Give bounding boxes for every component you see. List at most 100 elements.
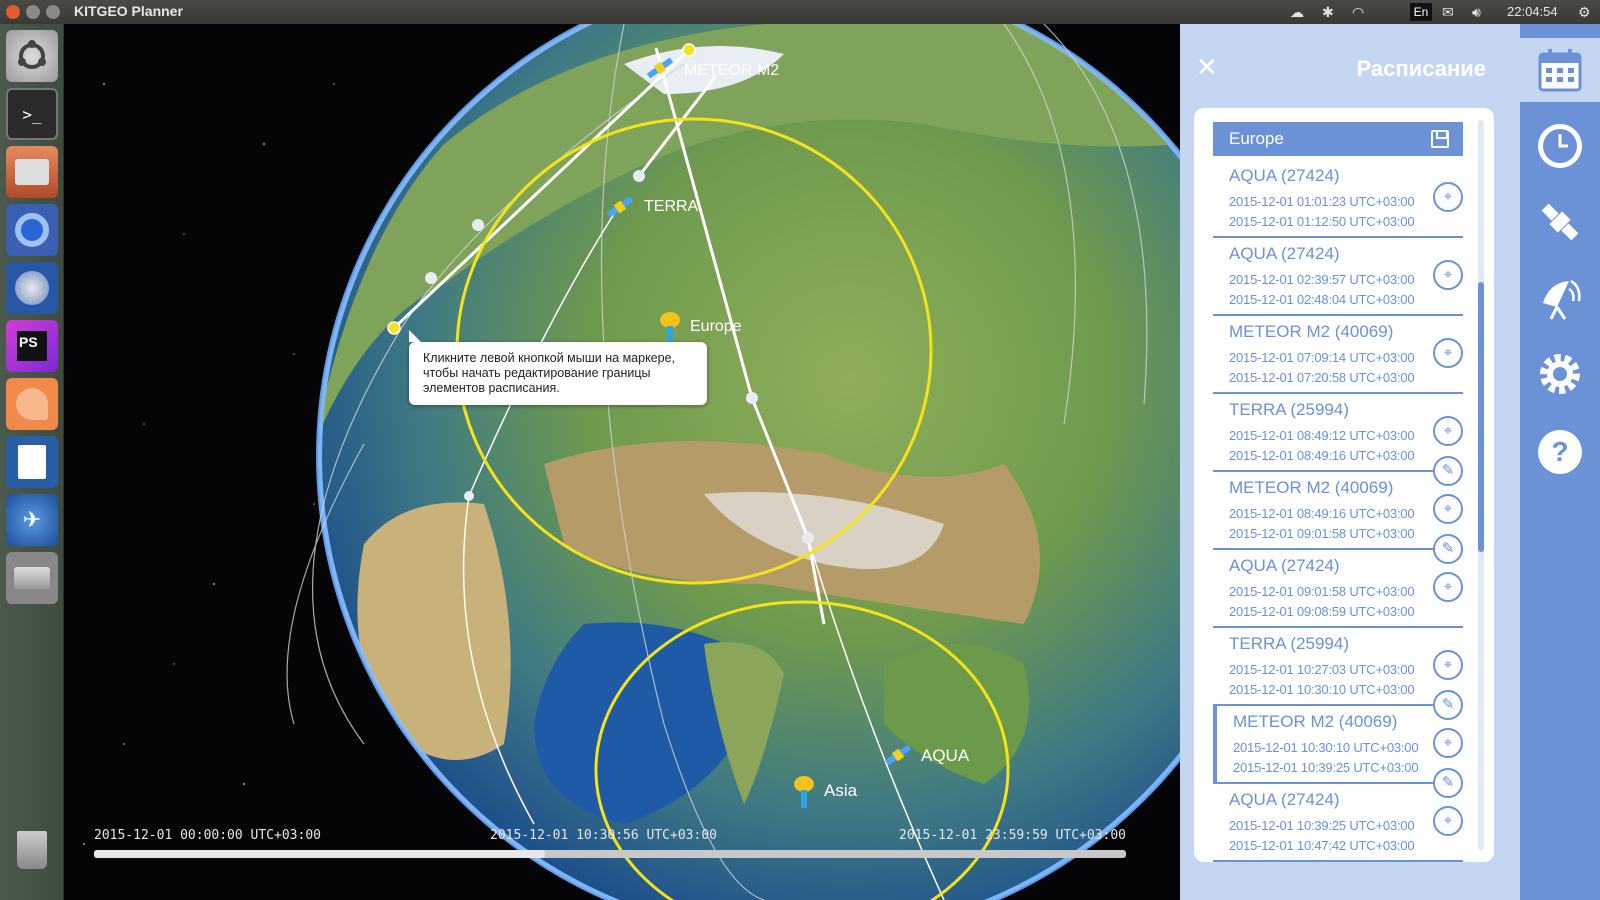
tool-sidebar: ? bbox=[1520, 24, 1600, 900]
wifi-icon[interactable]: ◠ bbox=[1352, 3, 1364, 21]
satellite-icon[interactable] bbox=[1528, 190, 1592, 254]
edit-marker-yellow bbox=[682, 43, 696, 57]
top-panel: KITGEO Planner ☁ ✱ ◠ En ✉ 🔊︎ 22:04:54 ⚙ bbox=[0, 0, 1600, 24]
schedule-item-end: 2015-12-01 01:12:50 UTC+03:00 bbox=[1229, 214, 1415, 229]
file-manager-icon[interactable] bbox=[6, 146, 58, 198]
globe-view[interactable]: METEOR M2 TERRA AQUA Europe Asia Кликнит… bbox=[64, 24, 1180, 900]
schedule-item-start: 2015-12-01 08:49:16 UTC+03:00 bbox=[1229, 506, 1415, 521]
track-satellite-icon[interactable]: ⌖ bbox=[1433, 260, 1463, 290]
schedule-item-end: 2015-12-01 10:30:10 UTC+03:00 bbox=[1229, 682, 1415, 697]
track-satellite-icon[interactable]: ⌖ bbox=[1433, 650, 1463, 680]
schedule-item-name: AQUA (27424) bbox=[1229, 244, 1340, 263]
track-satellite-icon[interactable]: ⌖ bbox=[1433, 182, 1463, 212]
clock-icon[interactable] bbox=[1528, 114, 1592, 178]
globe-canvas[interactable]: METEOR M2 TERRA AQUA Europe Asia bbox=[64, 24, 1180, 900]
timeline-progress bbox=[94, 850, 545, 858]
schedule-item-name: METEOR M2 (40069) bbox=[1229, 478, 1394, 497]
antenna-icon[interactable] bbox=[1528, 266, 1592, 330]
kitgeo-icon[interactable]: ✈ bbox=[6, 494, 58, 546]
settings-icon[interactable] bbox=[1528, 342, 1592, 406]
schedule-item-start: 2015-12-01 02:39:57 UTC+03:00 bbox=[1229, 272, 1415, 287]
schedule-item-end: 2015-12-01 02:48:04 UTC+03:00 bbox=[1229, 292, 1415, 307]
save-icon[interactable] bbox=[1431, 130, 1449, 148]
schedule-item[interactable]: AQUA (27424) 2015-12-01 02:39:57 UTC+03:0… bbox=[1213, 238, 1463, 316]
ubuntu-dash-icon[interactable] bbox=[6, 30, 58, 82]
schedule-item-start: 2015-12-01 10:27:03 UTC+03:00 bbox=[1229, 662, 1415, 677]
track-satellite-icon[interactable]: ⌖ bbox=[1433, 494, 1463, 524]
schedule-item[interactable]: TERRA (25994) 2015-12-01 10:27:03 UTC+03:… bbox=[1213, 628, 1463, 720]
help-icon[interactable]: ? bbox=[1528, 420, 1592, 484]
schedule-item[interactable]: METEOR M2 (40069) 2015-12-01 10:30:10 UTC… bbox=[1213, 706, 1463, 798]
schedule-item-end: 2015-12-01 10:47:42 UTC+03:00 bbox=[1229, 838, 1415, 853]
schedule-item-start: 2015-12-01 10:30:10 UTC+03:00 bbox=[1233, 740, 1419, 755]
cloud-icon[interactable]: ☁ bbox=[1290, 3, 1304, 21]
schedule-item-name: METEOR M2 (40069) bbox=[1229, 322, 1394, 341]
power-gear-icon[interactable]: ⚙ bbox=[1578, 3, 1591, 21]
timeline-end-label: 2015-12-01 23:59:59 UTC+03:00 bbox=[899, 828, 1126, 843]
group-selector[interactable]: Europe bbox=[1213, 122, 1463, 156]
schedule-list: AQUA (27424) 2015-12-01 01:01:23 UTC+03:0… bbox=[1213, 160, 1463, 862]
phpstorm-icon[interactable]: PS bbox=[6, 320, 58, 372]
schedule-item[interactable]: AQUA (27424) 2015-12-01 09:01:58 UTC+03:0… bbox=[1213, 550, 1463, 628]
keyboard-layout-indicator[interactable]: En bbox=[1410, 3, 1432, 21]
app-title: KITGEO Planner bbox=[74, 3, 183, 19]
track-satellite-icon[interactable]: ⌖ bbox=[1433, 728, 1463, 758]
schedule-item-start: 2015-12-01 07:09:14 UTC+03:00 bbox=[1229, 350, 1415, 365]
bluetooth-icon[interactable]: ✱ bbox=[1322, 3, 1334, 21]
schedule-header: ✕ Расписание bbox=[1180, 24, 1520, 102]
chromium-icon[interactable] bbox=[6, 204, 58, 256]
schedule-item-end: 2015-12-01 07:20:58 UTC+03:00 bbox=[1229, 370, 1415, 385]
schedule-item-name: TERRA (25994) bbox=[1229, 634, 1349, 653]
schedule-item-start: 2015-12-01 10:39:25 UTC+03:00 bbox=[1229, 818, 1415, 833]
schedule-item[interactable]: METEOR M2 (40069) 2015-12-01 07:09:14 UTC… bbox=[1213, 316, 1463, 394]
trash-icon[interactable] bbox=[6, 824, 58, 876]
terminal-icon[interactable]: >_ bbox=[6, 88, 58, 140]
schedule-item-end: 2015-12-01 10:39:25 UTC+03:00 bbox=[1233, 760, 1419, 775]
satellite-label-aqua: AQUA bbox=[921, 746, 970, 765]
mail-icon[interactable]: ✉ bbox=[1442, 3, 1454, 21]
drive-icon[interactable] bbox=[6, 552, 58, 604]
scrollbar[interactable] bbox=[1478, 120, 1484, 850]
thunderbird-icon[interactable] bbox=[6, 262, 58, 314]
window-maximize-button[interactable] bbox=[46, 5, 60, 19]
schedule-item-end: 2015-12-01 09:01:58 UTC+03:00 bbox=[1229, 526, 1415, 541]
schedule-item[interactable]: AQUA (27424) 2015-12-01 01:01:23 UTC+03:0… bbox=[1213, 160, 1463, 238]
schedule-item[interactable]: AQUA (27424) 2015-12-01 10:39:25 UTC+03:0… bbox=[1213, 784, 1463, 862]
schedule-item-start: 2015-12-01 09:01:58 UTC+03:00 bbox=[1229, 584, 1415, 599]
satellite-label-meteor: METEOR M2 bbox=[684, 62, 779, 79]
system-clock[interactable]: 22:04:54 bbox=[1507, 4, 1558, 19]
writer-icon[interactable] bbox=[6, 436, 58, 488]
schedule-panel: ✕ Расписание Europe AQUA (27424) 2015-12-… bbox=[1180, 24, 1520, 900]
timeline[interactable]: 2015-12-01 00:00:00 UTC+03:00 2015-12-01… bbox=[94, 828, 1126, 868]
schedule-item[interactable]: TERRA (25994) 2015-12-01 08:49:12 UTC+03:… bbox=[1213, 394, 1463, 486]
schedule-card: Europe AQUA (27424) 2015-12-01 01:01:23 U… bbox=[1194, 108, 1494, 862]
window-minimize-button[interactable] bbox=[26, 5, 40, 19]
track-satellite-icon[interactable]: ⌖ bbox=[1433, 806, 1463, 836]
station-label-europe: Europe bbox=[690, 318, 742, 335]
close-icon[interactable]: ✕ bbox=[1196, 52, 1218, 83]
track-satellite-icon[interactable]: ⌖ bbox=[1433, 572, 1463, 602]
schedule-item-start: 2015-12-01 01:01:23 UTC+03:00 bbox=[1229, 194, 1415, 209]
station-label-asia: Asia bbox=[824, 781, 858, 800]
schedule-item-name: METEOR M2 (40069) bbox=[1233, 712, 1398, 731]
schedule-item-name: AQUA (27424) bbox=[1229, 166, 1340, 185]
schedule-item-end: 2015-12-01 08:49:16 UTC+03:00 bbox=[1229, 448, 1415, 463]
svg-text:?: ? bbox=[1551, 436, 1568, 467]
satellite-label-terra: TERRA bbox=[644, 198, 699, 215]
group-name: Europe bbox=[1229, 129, 1284, 148]
sublime-icon[interactable] bbox=[6, 378, 58, 430]
timeline-current-label: 2015-12-01 10:30:56 UTC+03:00 bbox=[490, 828, 717, 843]
window-close-button[interactable] bbox=[6, 5, 20, 19]
schedule-item-name: TERRA (25994) bbox=[1229, 400, 1349, 419]
schedule-item-name: AQUA (27424) bbox=[1229, 556, 1340, 575]
schedule-item[interactable]: METEOR M2 (40069) 2015-12-01 08:49:16 UTC… bbox=[1213, 472, 1463, 564]
scrollbar-thumb[interactable] bbox=[1478, 282, 1484, 552]
track-satellite-icon[interactable]: ⌖ bbox=[1433, 416, 1463, 446]
calendar-icon[interactable] bbox=[1520, 38, 1600, 102]
track-satellite-icon[interactable]: ⌖ bbox=[1433, 338, 1463, 368]
schedule-item-end: 2015-12-01 09:08:59 UTC+03:00 bbox=[1229, 604, 1415, 619]
edit-marker-yellow bbox=[387, 321, 401, 335]
schedule-item-start: 2015-12-01 08:49:12 UTC+03:00 bbox=[1229, 428, 1415, 443]
timeline-slider[interactable] bbox=[94, 850, 1126, 858]
volume-icon[interactable]: 🔊︎ bbox=[1472, 3, 1481, 21]
